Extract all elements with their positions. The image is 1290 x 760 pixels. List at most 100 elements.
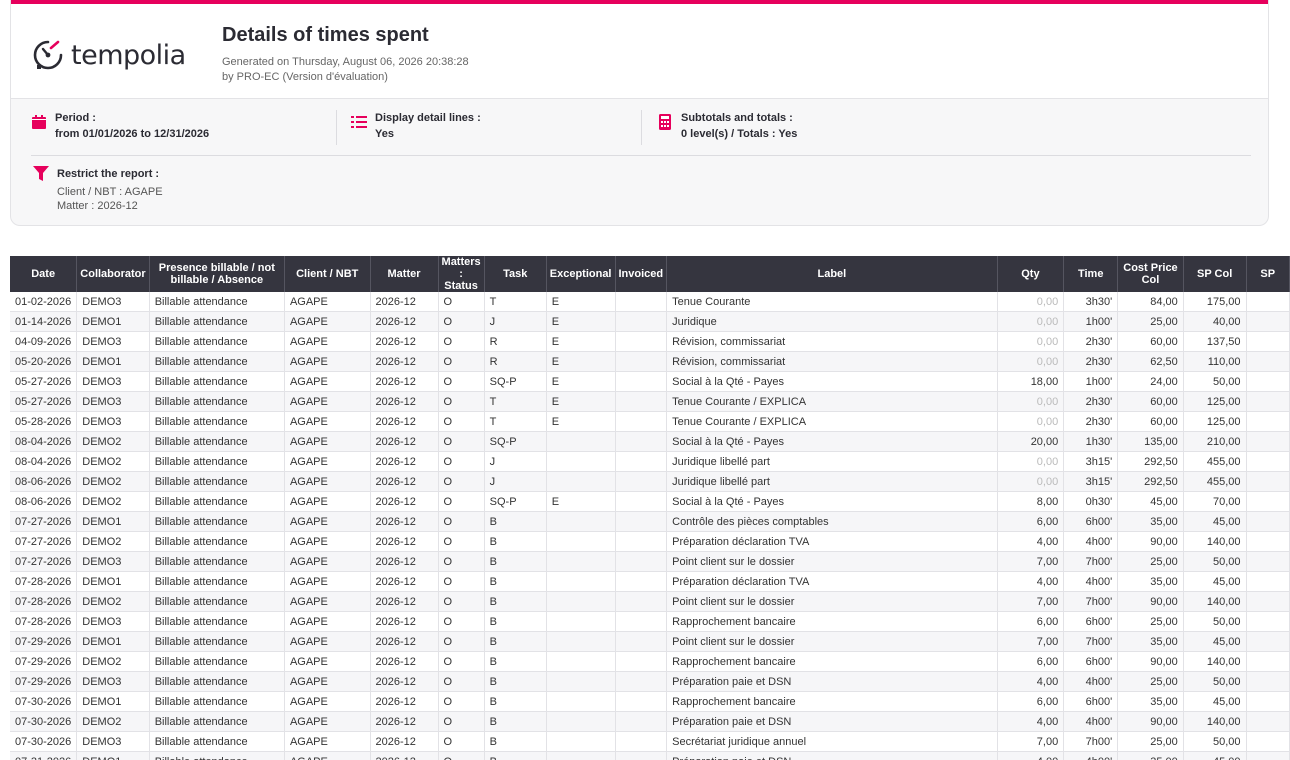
column-header[interactable]: Matters : Status (438, 256, 485, 292)
table-cell: 25,00 (1117, 611, 1184, 632)
table-cell: Juridique libellé part (666, 471, 998, 492)
table-cell: AGAPE (284, 371, 371, 392)
table-row[interactable]: 07-28-2026 DEMO3 Billable attendance AGAPE 2… (10, 611, 1290, 632)
table-cell: Révision, commissariat (666, 331, 998, 352)
table-cell: 2026-12 (370, 311, 439, 332)
table-cell: 1h00' (1063, 371, 1119, 392)
table-cell: 140,00 (1183, 651, 1247, 672)
table-cell: DEMO2 (76, 651, 150, 672)
table-cell: O (438, 571, 485, 592)
table-row[interactable]: 07-27-2026 DEMO2 Billable attendance AGAPE 2… (10, 531, 1290, 552)
table-cell: AGAPE (284, 731, 371, 752)
table-cell: 3h30' (1063, 292, 1119, 312)
table-cell: B (484, 551, 547, 572)
table-row[interactable]: 07-27-2026 DEMO3 Billable attendance AGAPE 2… (10, 551, 1290, 572)
table-row[interactable]: 04-09-2026 DEMO3 Billable attendance AGAPE 2… (10, 331, 1290, 352)
divider (31, 155, 1251, 156)
table-cell: 6,00 (997, 611, 1065, 632)
table-row[interactable]: 07-29-2026 DEMO1 Billable attendance AGAPE 2… (10, 631, 1290, 652)
column-header[interactable]: Matter (370, 256, 439, 292)
table-row[interactable]: 01-14-2026 DEMO1 Billable attendance AGAPE 2… (10, 311, 1290, 332)
table-row[interactable]: 07-28-2026 DEMO1 Billable attendance AGAPE 2… (10, 571, 1290, 592)
table-cell: Contrôle des pièces comptables (666, 511, 998, 532)
table-cell (1246, 371, 1290, 392)
table-cell: 05-20-2026 (10, 351, 78, 372)
column-header[interactable]: SP Col (1183, 256, 1247, 292)
report-header-card: tempolia Details of times spent Generate… (10, 0, 1269, 226)
column-header[interactable]: Task (484, 256, 547, 292)
table-cell: 05-27-2026 (10, 371, 78, 392)
table-row[interactable]: 08-06-2026 DEMO2 Billable attendance AGAPE 2… (10, 491, 1290, 512)
column-header[interactable]: Date (10, 256, 78, 292)
table-cell: 20,00 (997, 431, 1065, 452)
table-cell: 90,00 (1117, 531, 1184, 552)
column-header[interactable]: Client / NBT (284, 256, 371, 292)
column-header[interactable]: Exceptional (546, 256, 616, 292)
table-row[interactable]: 07-29-2026 DEMO2 Billable attendance AGAPE 2… (10, 651, 1290, 672)
table-row[interactable]: 08-06-2026 DEMO2 Billable attendance AGAPE 2… (10, 471, 1290, 492)
table-cell: Point client sur le dossier (666, 631, 998, 652)
table-row[interactable]: 07-30-2026 DEMO3 Billable attendance AGAPE 2… (10, 731, 1290, 752)
table-cell: 2026-12 (370, 451, 439, 472)
table-cell (546, 551, 616, 572)
table-cell: Préparation paie et DSN (666, 711, 998, 732)
table-cell: E (546, 371, 616, 392)
table-cell: 0,00 (997, 391, 1065, 412)
table-cell: 2026-12 (370, 351, 439, 372)
table-row[interactable]: 05-27-2026 DEMO3 Billable attendance AGAPE 2… (10, 371, 1290, 392)
table-cell: DEMO3 (76, 371, 150, 392)
table-cell: 2026-12 (370, 591, 439, 612)
table-cell: DEMO2 (76, 451, 150, 472)
table-row[interactable]: 07-29-2026 DEMO3 Billable attendance AGAPE 2… (10, 671, 1290, 692)
times-table-container[interactable]: Date Collaborator Presence billable / not … (10, 256, 1290, 760)
table-cell: B (484, 511, 547, 532)
table-cell: 60,00 (1117, 391, 1184, 412)
table-cell: 7h00' (1063, 591, 1119, 612)
table-cell: E (546, 311, 616, 332)
column-header[interactable]: Qty (997, 256, 1065, 292)
table-cell: 50,00 (1183, 611, 1247, 632)
table-row[interactable]: 08-04-2026 DEMO2 Billable attendance AGAPE 2… (10, 451, 1290, 472)
table-cell: 4h00' (1063, 751, 1119, 760)
table-row[interactable]: 08-04-2026 DEMO2 Billable attendance AGAPE 2… (10, 431, 1290, 452)
column-header[interactable]: Collaborator (76, 256, 150, 292)
table-cell (546, 751, 616, 760)
table-cell: 07-30-2026 (10, 691, 78, 712)
table-row[interactable]: 05-27-2026 DEMO3 Billable attendance AGAPE 2… (10, 391, 1290, 412)
table-cell: O (438, 731, 485, 752)
table-row[interactable]: 05-28-2026 DEMO3 Billable attendance AGAPE 2… (10, 411, 1290, 432)
table-cell: O (438, 711, 485, 732)
column-header[interactable]: SP (1246, 256, 1290, 292)
column-header[interactable]: Presence billable / not billable / Absen… (149, 256, 285, 292)
table-cell: 35,00 (1117, 751, 1184, 760)
table-cell: Préparation déclaration TVA (666, 531, 998, 552)
table-cell: 4h00' (1063, 711, 1119, 732)
table-row[interactable]: 01-02-2026 DEMO3 Billable attendance AGAPE 2… (10, 292, 1290, 312)
table-row[interactable]: 07-30-2026 DEMO2 Billable attendance AGAPE 2… (10, 711, 1290, 732)
table-cell: 2026-12 (370, 511, 439, 532)
table-cell: 07-29-2026 (10, 631, 78, 652)
column-header[interactable]: Time (1063, 256, 1119, 292)
table-cell (615, 671, 668, 692)
table-cell: 07-28-2026 (10, 571, 78, 592)
table-cell (615, 631, 668, 652)
table-cell: Préparation paie et DSN (666, 671, 998, 692)
table-cell: Billable attendance (149, 551, 285, 572)
table-row[interactable]: 07-27-2026 DEMO1 Billable attendance AGAPE 2… (10, 511, 1290, 532)
table-cell: AGAPE (284, 491, 371, 512)
table-cell: 125,00 (1183, 411, 1247, 432)
column-header[interactable]: Invoiced (615, 256, 668, 292)
table-row[interactable]: 07-28-2026 DEMO2 Billable attendance AGAPE 2… (10, 591, 1290, 612)
table-row[interactable]: 05-20-2026 DEMO1 Billable attendance AGAPE 2… (10, 351, 1290, 372)
table-row[interactable]: 07-30-2026 DEMO1 Billable attendance AGAPE 2… (10, 691, 1290, 712)
table-cell: O (438, 411, 485, 432)
table-cell (1246, 691, 1290, 712)
subtotals-label: Subtotals and totals : (681, 112, 793, 124)
column-header[interactable]: Cost Price Col (1117, 256, 1184, 292)
calendar-icon (31, 114, 47, 130)
table-cell: J (484, 311, 547, 332)
column-header[interactable]: Label (666, 256, 998, 292)
table-row[interactable]: 07-31-2026DEMO1Billable attendanceAGAPE2… (10, 751, 1290, 760)
table-cell: 7,00 (997, 591, 1065, 612)
table-cell (546, 691, 616, 712)
